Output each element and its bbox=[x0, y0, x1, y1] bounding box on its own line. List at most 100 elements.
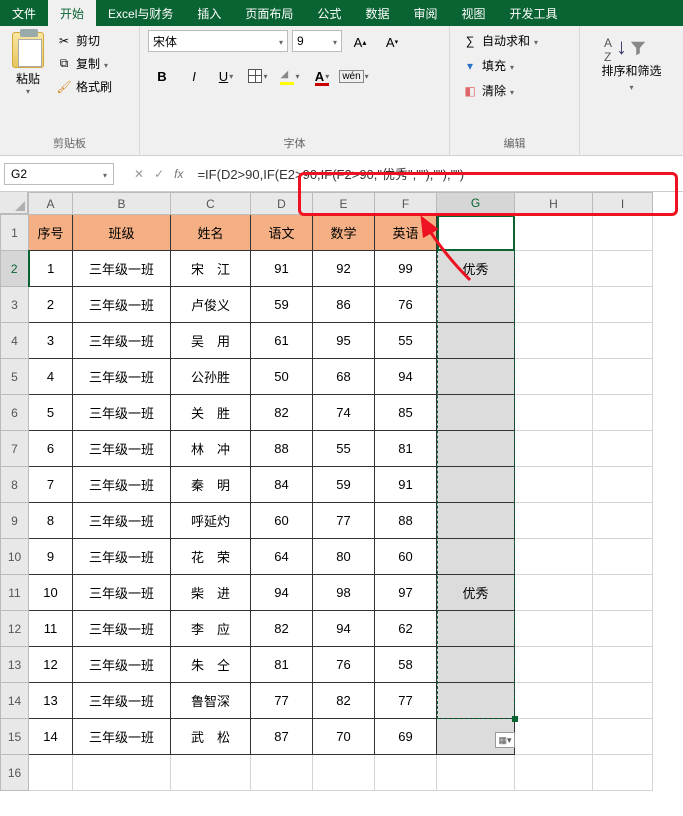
table-cell[interactable]: 91 bbox=[375, 467, 437, 503]
table-cell[interactable]: 吴 用 bbox=[171, 323, 251, 359]
cell[interactable] bbox=[593, 503, 653, 539]
shrink-font-button[interactable]: A▾ bbox=[378, 30, 406, 54]
row-header[interactable]: 4 bbox=[1, 323, 29, 359]
cell[interactable] bbox=[515, 287, 593, 323]
result-cell[interactable] bbox=[437, 647, 515, 683]
table-cell[interactable]: 76 bbox=[313, 647, 375, 683]
table-cell[interactable]: 三年级一班 bbox=[73, 323, 171, 359]
table-cell[interactable]: 12 bbox=[29, 647, 73, 683]
header-cell[interactable]: 英语 bbox=[375, 215, 437, 251]
table-cell[interactable]: 87 bbox=[251, 719, 313, 755]
row-header[interactable]: 7 bbox=[1, 431, 29, 467]
name-box[interactable]: G2 bbox=[4, 163, 114, 185]
fill-color-button[interactable] bbox=[276, 64, 304, 88]
table-cell[interactable]: 公孙胜 bbox=[171, 359, 251, 395]
result-cell[interactable] bbox=[437, 539, 515, 575]
border-button[interactable] bbox=[244, 64, 272, 88]
table-cell[interactable]: 81 bbox=[375, 431, 437, 467]
paste-button[interactable]: 粘贴 bbox=[8, 30, 48, 98]
cell[interactable] bbox=[73, 755, 171, 791]
cell[interactable] bbox=[375, 755, 437, 791]
table-cell[interactable]: 88 bbox=[251, 431, 313, 467]
cell[interactable] bbox=[437, 215, 515, 251]
italic-button[interactable]: I bbox=[180, 64, 208, 88]
table-cell[interactable]: 55 bbox=[313, 431, 375, 467]
table-cell[interactable]: 三年级一班 bbox=[73, 719, 171, 755]
autofill-options-button[interactable]: ▦▾ bbox=[495, 732, 515, 748]
col-header-D[interactable]: D bbox=[251, 193, 313, 215]
table-cell[interactable]: 50 bbox=[251, 359, 313, 395]
result-cell[interactable] bbox=[437, 503, 515, 539]
table-cell[interactable]: 64 bbox=[251, 539, 313, 575]
table-cell[interactable]: 94 bbox=[375, 359, 437, 395]
cell[interactable] bbox=[515, 575, 593, 611]
table-cell[interactable]: 69 bbox=[375, 719, 437, 755]
row-header[interactable]: 3 bbox=[1, 287, 29, 323]
spreadsheet[interactable]: ABCDEFGHI 1序号班级姓名语文数学英语21三年级一班宋 江919299优… bbox=[0, 192, 683, 791]
cell[interactable] bbox=[437, 755, 515, 791]
table-cell[interactable]: 三年级一班 bbox=[73, 683, 171, 719]
result-cell[interactable] bbox=[437, 359, 515, 395]
table-cell[interactable]: 10 bbox=[29, 575, 73, 611]
cell[interactable] bbox=[593, 647, 653, 683]
table-cell[interactable]: 三年级一班 bbox=[73, 395, 171, 431]
table-cell[interactable]: 三年级一班 bbox=[73, 287, 171, 323]
tab-0[interactable]: 文件 bbox=[0, 0, 48, 26]
grow-font-button[interactable]: A▴ bbox=[346, 30, 374, 54]
col-header-A[interactable]: A bbox=[29, 193, 73, 215]
tab-1[interactable]: 开始 bbox=[48, 0, 96, 26]
bold-button[interactable]: B bbox=[148, 64, 176, 88]
tab-6[interactable]: 数据 bbox=[353, 0, 401, 26]
result-cell[interactable]: 优秀 bbox=[437, 251, 515, 287]
table-cell[interactable]: 三年级一班 bbox=[73, 611, 171, 647]
cell[interactable] bbox=[515, 359, 593, 395]
cancel-icon[interactable]: ✕ bbox=[134, 167, 144, 181]
table-cell[interactable]: 鲁智深 bbox=[171, 683, 251, 719]
cut-button[interactable]: ✂ 剪切 bbox=[52, 30, 116, 51]
cell[interactable] bbox=[313, 755, 375, 791]
col-header-E[interactable]: E bbox=[313, 193, 375, 215]
table-cell[interactable]: 秦 明 bbox=[171, 467, 251, 503]
cell[interactable] bbox=[593, 431, 653, 467]
table-cell[interactable]: 6 bbox=[29, 431, 73, 467]
row-header[interactable]: 15 bbox=[1, 719, 29, 755]
cell[interactable] bbox=[593, 359, 653, 395]
table-cell[interactable]: 85 bbox=[375, 395, 437, 431]
table-cell[interactable]: 77 bbox=[251, 683, 313, 719]
table-cell[interactable]: 卢俊义 bbox=[171, 287, 251, 323]
table-cell[interactable]: 14 bbox=[29, 719, 73, 755]
cell[interactable] bbox=[515, 539, 593, 575]
table-cell[interactable]: 84 bbox=[251, 467, 313, 503]
col-header-I[interactable]: I bbox=[593, 193, 653, 215]
table-cell[interactable]: 70 bbox=[313, 719, 375, 755]
tab-9[interactable]: 开发工具 bbox=[497, 0, 569, 26]
table-cell[interactable]: 91 bbox=[251, 251, 313, 287]
cell[interactable] bbox=[515, 611, 593, 647]
table-cell[interactable]: 77 bbox=[313, 503, 375, 539]
table-cell[interactable]: 68 bbox=[313, 359, 375, 395]
result-cell[interactable] bbox=[437, 431, 515, 467]
table-cell[interactable]: 三年级一班 bbox=[73, 539, 171, 575]
result-cell[interactable] bbox=[437, 323, 515, 359]
cell[interactable] bbox=[515, 647, 593, 683]
tab-3[interactable]: 插入 bbox=[185, 0, 233, 26]
row-header[interactable]: 11 bbox=[1, 575, 29, 611]
font-size-select[interactable]: 9 bbox=[292, 30, 342, 52]
table-cell[interactable]: 80 bbox=[313, 539, 375, 575]
format-painter-button[interactable]: 🖌 格式刷 bbox=[52, 76, 116, 97]
table-cell[interactable]: 宋 江 bbox=[171, 251, 251, 287]
result-cell[interactable] bbox=[437, 467, 515, 503]
cell[interactable] bbox=[593, 755, 653, 791]
cell[interactable] bbox=[593, 611, 653, 647]
cell[interactable] bbox=[515, 431, 593, 467]
sort-filter-dropdown[interactable] bbox=[629, 79, 633, 93]
result-cell[interactable]: 优秀 bbox=[437, 575, 515, 611]
table-cell[interactable]: 三年级一班 bbox=[73, 575, 171, 611]
table-cell[interactable]: 59 bbox=[251, 287, 313, 323]
col-header-H[interactable]: H bbox=[515, 193, 593, 215]
tab-2[interactable]: Excel与财务 bbox=[96, 0, 185, 26]
col-header-F[interactable]: F bbox=[375, 193, 437, 215]
table-cell[interactable]: 76 bbox=[375, 287, 437, 323]
header-cell[interactable]: 序号 bbox=[29, 215, 73, 251]
table-cell[interactable]: 11 bbox=[29, 611, 73, 647]
